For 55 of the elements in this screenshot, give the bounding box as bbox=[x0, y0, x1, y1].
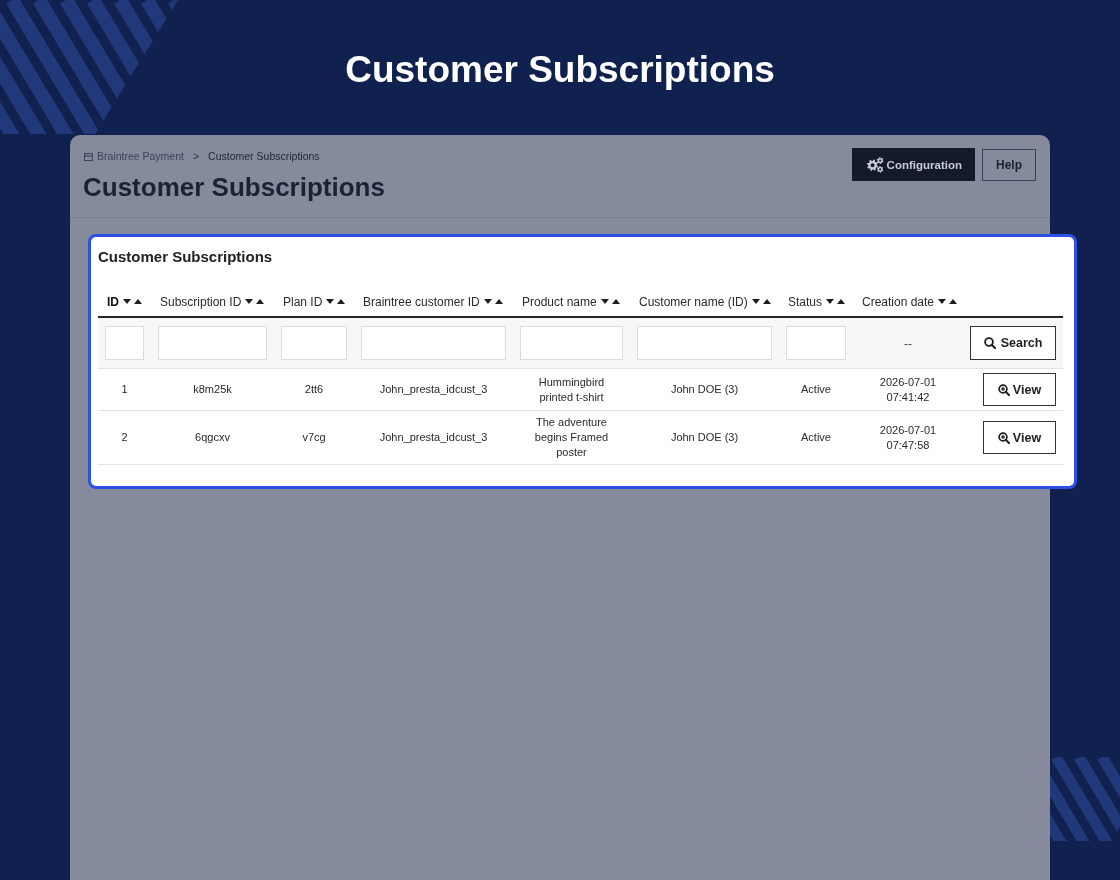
filter-field[interactable] bbox=[637, 326, 772, 360]
zoom-in-icon bbox=[997, 431, 1010, 444]
breadcrumb-current: Customer Subscriptions bbox=[208, 150, 320, 163]
column-header: Status bbox=[788, 294, 823, 309]
table-cell: Active bbox=[779, 368, 853, 411]
page-title: Customer Subscriptions bbox=[345, 48, 775, 92]
sort-icon[interactable] bbox=[938, 298, 958, 304]
table-cell: 1 bbox=[98, 368, 151, 411]
search-button[interactable]: Search bbox=[970, 326, 1056, 360]
sort-icon[interactable] bbox=[123, 298, 142, 304]
filter-field[interactable] bbox=[105, 326, 144, 360]
filter-field[interactable] bbox=[158, 326, 267, 360]
column-header: ID bbox=[107, 294, 119, 309]
table-cell: 2 bbox=[98, 410, 151, 465]
help-button[interactable]: Help bbox=[982, 149, 1036, 181]
column-header: Creation date bbox=[862, 294, 935, 309]
table-cell: 2026-07-01 07:41:42 bbox=[853, 368, 963, 411]
filter-field[interactable] bbox=[786, 326, 846, 360]
filter-field[interactable] bbox=[281, 326, 347, 360]
column-header: Subscription ID bbox=[160, 294, 242, 309]
table-cell: k8m25k bbox=[151, 368, 274, 411]
table-cell: 6qgcxv bbox=[151, 410, 274, 465]
table-cell: 2026-07-01 07:47:58 bbox=[853, 410, 963, 465]
filter-field[interactable] bbox=[520, 326, 623, 360]
table-cell: v7cg bbox=[274, 410, 354, 465]
table-cell: Hummingbird printed t-shirt bbox=[513, 368, 630, 411]
view-button[interactable]: View bbox=[983, 421, 1056, 454]
sort-icon[interactable] bbox=[826, 298, 846, 304]
column-header: Plan ID bbox=[283, 294, 323, 309]
filter-field[interactable] bbox=[361, 326, 506, 360]
empty-filter-text: -- bbox=[904, 337, 912, 351]
table-cell: John DOE (3) bbox=[630, 368, 779, 411]
breadcrumb-separator: > bbox=[192, 150, 200, 163]
sort-icon[interactable] bbox=[483, 298, 503, 304]
zoom-in-icon bbox=[997, 383, 1010, 396]
table-cell: The adventure begins Framed poster bbox=[513, 410, 630, 465]
table-cell: 2tt6 bbox=[274, 368, 354, 411]
gears-icon bbox=[865, 156, 884, 173]
table-cell: John_presta_idcust_3 bbox=[354, 368, 513, 411]
search-icon bbox=[983, 337, 996, 349]
panel-heading: Customer Subscriptions bbox=[83, 172, 385, 203]
credit-card-icon bbox=[84, 152, 93, 161]
sort-icon[interactable] bbox=[326, 298, 346, 304]
sort-icon[interactable] bbox=[600, 298, 620, 304]
column-header: Customer name (ID) bbox=[639, 294, 748, 309]
card-title: Customer Subscriptions bbox=[98, 247, 274, 267]
table-cell: John DOE (3) bbox=[630, 410, 779, 465]
column-header: Product name bbox=[522, 294, 597, 309]
sort-icon[interactable] bbox=[245, 298, 265, 304]
table-cell: Active bbox=[779, 410, 853, 465]
table-cell: John_presta_idcust_3 bbox=[354, 410, 513, 465]
column-header: Braintree customer ID bbox=[363, 294, 480, 309]
sort-icon[interactable] bbox=[751, 298, 771, 304]
view-button[interactable]: View bbox=[983, 373, 1056, 406]
configuration-button[interactable]: Configuration bbox=[851, 148, 975, 181]
